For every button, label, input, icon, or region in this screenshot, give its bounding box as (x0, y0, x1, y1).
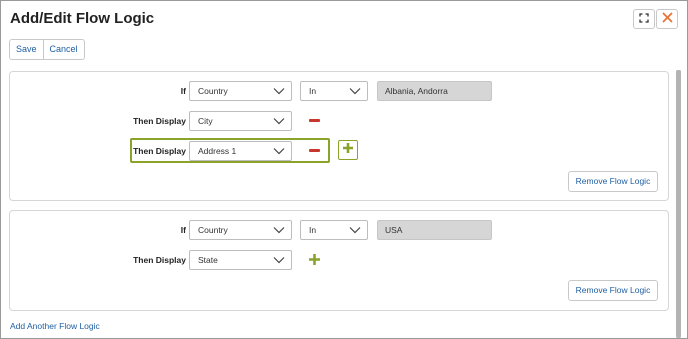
then-display-label: Then Display (133, 116, 186, 126)
if-field-select[interactable]: Country (189, 81, 292, 101)
operator-select[interactable]: In (300, 220, 368, 240)
add-another-flow-logic-link[interactable]: Add Another Flow Logic (10, 321, 100, 331)
then-display-select[interactable]: State (189, 250, 292, 270)
chevron-down-icon (273, 86, 285, 96)
then-display-label: Then Display (133, 255, 186, 265)
chevron-down-icon (273, 146, 285, 156)
remove-flow-logic-button[interactable]: Remove Flow Logic (568, 171, 658, 192)
if-label: If (180, 225, 186, 235)
plus-icon (342, 141, 354, 159)
if-field-value: Country (198, 86, 228, 96)
chevron-down-icon (349, 86, 361, 96)
action-toolbar: Save Cancel (9, 39, 85, 60)
flow-logic-dialog: Add/Edit Flow Logic Save Cancel If Count… (0, 0, 688, 339)
chevron-down-icon (273, 255, 285, 265)
operator-value: In (309, 86, 317, 96)
add-row-button[interactable] (338, 140, 358, 160)
chevron-down-icon (273, 116, 285, 126)
condition-value-field[interactable]: Albania, Andorra (377, 81, 492, 101)
if-field-select[interactable]: Country (189, 220, 292, 240)
then-display-label: Then Display (133, 146, 186, 156)
if-field-value: Country (198, 225, 228, 235)
then-display-value: State (198, 255, 218, 265)
operator-value: In (309, 225, 317, 235)
then-display-value: Address 1 (198, 146, 237, 156)
then-display-value: City (198, 116, 213, 126)
chevron-down-icon (273, 225, 285, 235)
expand-icon (639, 10, 649, 28)
add-row-plus-icon[interactable] (308, 253, 321, 271)
if-label: If (180, 86, 186, 96)
then-display-select[interactable]: City (189, 111, 292, 131)
remove-flow-logic-button[interactable]: Remove Flow Logic (568, 280, 658, 301)
dialog-title: Add/Edit Flow Logic (10, 10, 155, 27)
maximize-button[interactable] (633, 9, 655, 29)
save-button[interactable]: Save (10, 40, 43, 59)
close-icon (662, 10, 673, 28)
close-button[interactable] (656, 9, 678, 29)
remove-row-minus-icon[interactable] (309, 149, 320, 152)
condition-value-field[interactable]: USA (377, 220, 492, 240)
remove-row-minus-icon[interactable] (309, 119, 320, 122)
chevron-down-icon (349, 225, 361, 235)
operator-select[interactable]: In (300, 81, 368, 101)
then-display-select[interactable]: Address 1 (189, 141, 292, 161)
scrollbar-thumb[interactable] (676, 70, 681, 338)
cancel-button[interactable]: Cancel (42, 40, 84, 59)
